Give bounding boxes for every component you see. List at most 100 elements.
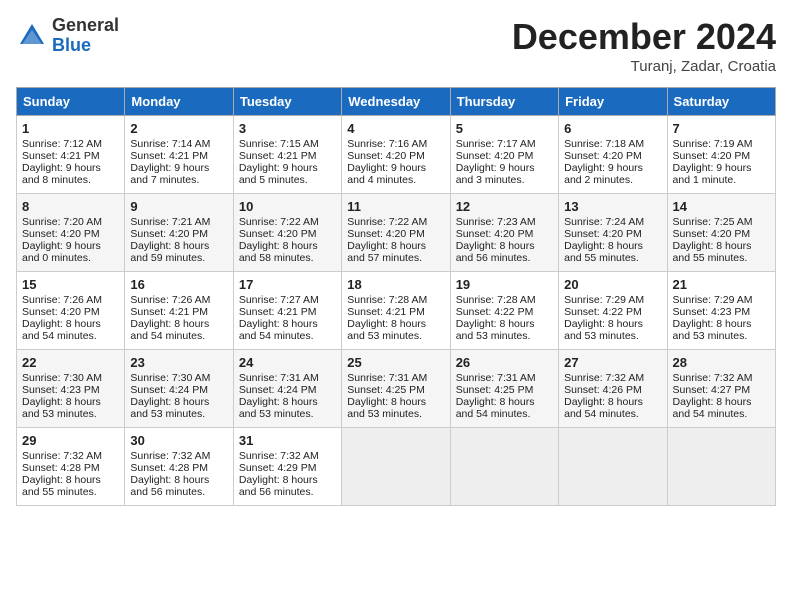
day-number: 14 — [673, 199, 770, 214]
day-info-line: Sunrise: 7:30 AM — [130, 372, 227, 384]
calendar-cell: 9Sunrise: 7:21 AMSunset: 4:20 PMDaylight… — [125, 194, 233, 272]
day-number: 27 — [564, 355, 661, 370]
calendar-cell: 1Sunrise: 7:12 AMSunset: 4:21 PMDaylight… — [17, 116, 125, 194]
day-info-line: Sunset: 4:24 PM — [130, 384, 227, 396]
calendar-cell: 2Sunrise: 7:14 AMSunset: 4:21 PMDaylight… — [125, 116, 233, 194]
day-info-line: Sunset: 4:21 PM — [239, 306, 336, 318]
day-info-line: Daylight: 8 hours — [239, 318, 336, 330]
calendar-cell: 12Sunrise: 7:23 AMSunset: 4:20 PMDayligh… — [450, 194, 558, 272]
day-info-line: Sunrise: 7:22 AM — [347, 216, 444, 228]
day-info-line: and 53 minutes. — [456, 330, 553, 342]
title-block: December 2024 Turanj, Zadar, Croatia — [512, 16, 776, 75]
day-info-line: Daylight: 9 hours — [456, 162, 553, 174]
day-info-line: Daylight: 8 hours — [673, 240, 770, 252]
logo: General Blue — [16, 16, 119, 56]
day-info-line: Daylight: 8 hours — [456, 318, 553, 330]
calendar-cell — [559, 428, 667, 506]
calendar-cell: 5Sunrise: 7:17 AMSunset: 4:20 PMDaylight… — [450, 116, 558, 194]
day-info-line: Daylight: 8 hours — [564, 396, 661, 408]
day-info-line: and 53 minutes. — [347, 408, 444, 420]
day-info-line: Sunset: 4:26 PM — [564, 384, 661, 396]
day-info-line: Daylight: 8 hours — [130, 474, 227, 486]
column-header-wednesday: Wednesday — [342, 88, 450, 116]
day-info-line: Sunset: 4:20 PM — [456, 150, 553, 162]
location-subtitle: Turanj, Zadar, Croatia — [512, 58, 776, 75]
day-number: 11 — [347, 199, 444, 214]
day-info-line: and 53 minutes. — [22, 408, 119, 420]
day-info-line: Sunrise: 7:20 AM — [22, 216, 119, 228]
column-header-saturday: Saturday — [667, 88, 775, 116]
day-info-line: Sunrise: 7:29 AM — [673, 294, 770, 306]
day-info-line: Sunset: 4:24 PM — [239, 384, 336, 396]
day-info-line: and 8 minutes. — [22, 174, 119, 186]
column-header-friday: Friday — [559, 88, 667, 116]
day-info-line: Sunset: 4:20 PM — [347, 228, 444, 240]
day-number: 30 — [130, 433, 227, 448]
column-header-monday: Monday — [125, 88, 233, 116]
day-info-line: Sunrise: 7:26 AM — [22, 294, 119, 306]
day-info-line: Daylight: 8 hours — [564, 318, 661, 330]
day-info-line: Daylight: 8 hours — [130, 318, 227, 330]
calendar-cell: 22Sunrise: 7:30 AMSunset: 4:23 PMDayligh… — [17, 350, 125, 428]
logo-icon — [16, 20, 48, 52]
day-info-line: Sunrise: 7:23 AM — [456, 216, 553, 228]
day-info-line: Sunrise: 7:31 AM — [347, 372, 444, 384]
day-number: 22 — [22, 355, 119, 370]
month-title: December 2024 — [512, 16, 776, 58]
day-info-line: Sunset: 4:21 PM — [239, 150, 336, 162]
day-number: 5 — [456, 121, 553, 136]
calendar-cell: 15Sunrise: 7:26 AMSunset: 4:20 PMDayligh… — [17, 272, 125, 350]
day-number: 26 — [456, 355, 553, 370]
day-number: 4 — [347, 121, 444, 136]
day-info-line: and 54 minutes. — [22, 330, 119, 342]
day-number: 6 — [564, 121, 661, 136]
day-info-line: Daylight: 8 hours — [673, 396, 770, 408]
day-info-line: Sunrise: 7:24 AM — [564, 216, 661, 228]
day-info-line: Sunset: 4:27 PM — [673, 384, 770, 396]
day-info-line: Sunset: 4:29 PM — [239, 462, 336, 474]
calendar-header-row: SundayMondayTuesdayWednesdayThursdayFrid… — [17, 88, 776, 116]
day-info-line: Sunrise: 7:32 AM — [564, 372, 661, 384]
day-info-line: Sunrise: 7:25 AM — [673, 216, 770, 228]
day-info-line: and 1 minute. — [673, 174, 770, 186]
day-info-line: Sunset: 4:28 PM — [130, 462, 227, 474]
day-info-line: Sunrise: 7:32 AM — [22, 450, 119, 462]
calendar-cell: 7Sunrise: 7:19 AMSunset: 4:20 PMDaylight… — [667, 116, 775, 194]
day-number: 1 — [22, 121, 119, 136]
day-info-line: Daylight: 8 hours — [22, 396, 119, 408]
calendar-table: SundayMondayTuesdayWednesdayThursdayFrid… — [16, 87, 776, 506]
day-info-line: Sunset: 4:21 PM — [130, 150, 227, 162]
day-info-line: Sunset: 4:20 PM — [564, 228, 661, 240]
day-info-line: and 4 minutes. — [347, 174, 444, 186]
day-info-line: Daylight: 8 hours — [347, 318, 444, 330]
day-info-line: Sunset: 4:20 PM — [673, 228, 770, 240]
day-info-line: Sunset: 4:20 PM — [564, 150, 661, 162]
day-info-line: and 3 minutes. — [456, 174, 553, 186]
calendar-week-row: 1Sunrise: 7:12 AMSunset: 4:21 PMDaylight… — [17, 116, 776, 194]
day-info-line: Daylight: 8 hours — [456, 396, 553, 408]
calendar-week-row: 15Sunrise: 7:26 AMSunset: 4:20 PMDayligh… — [17, 272, 776, 350]
day-info-line: Sunrise: 7:28 AM — [456, 294, 553, 306]
day-info-line: and 57 minutes. — [347, 252, 444, 264]
day-info-line: Sunset: 4:23 PM — [22, 384, 119, 396]
day-info-line: Sunrise: 7:32 AM — [130, 450, 227, 462]
calendar-cell: 21Sunrise: 7:29 AMSunset: 4:23 PMDayligh… — [667, 272, 775, 350]
calendar-cell: 29Sunrise: 7:32 AMSunset: 4:28 PMDayligh… — [17, 428, 125, 506]
day-info-line: Sunset: 4:20 PM — [130, 228, 227, 240]
day-info-line: Daylight: 8 hours — [239, 240, 336, 252]
day-info-line: Sunrise: 7:19 AM — [673, 138, 770, 150]
day-info-line: Sunrise: 7:15 AM — [239, 138, 336, 150]
day-info-line: and 55 minutes. — [22, 486, 119, 498]
calendar-cell: 27 Sunrise: 7:32 AMSunset: 4:26 PMDayligh… — [559, 350, 667, 428]
calendar-cell: 3Sunrise: 7:15 AMSunset: 4:21 PMDaylight… — [233, 116, 341, 194]
day-info-line: and 53 minutes. — [239, 408, 336, 420]
day-number: 19 — [456, 277, 553, 292]
calendar-cell: 13Sunrise: 7:24 AMSunset: 4:20 PMDayligh… — [559, 194, 667, 272]
day-info-line: Sunset: 4:22 PM — [564, 306, 661, 318]
day-number: 9 — [130, 199, 227, 214]
day-info-line: Sunset: 4:20 PM — [347, 150, 444, 162]
calendar-cell: 28Sunrise: 7:32 AMSunset: 4:27 PMDayligh… — [667, 350, 775, 428]
day-number: 16 — [130, 277, 227, 292]
day-number: 13 — [564, 199, 661, 214]
day-info-line: and 54 minutes. — [564, 408, 661, 420]
